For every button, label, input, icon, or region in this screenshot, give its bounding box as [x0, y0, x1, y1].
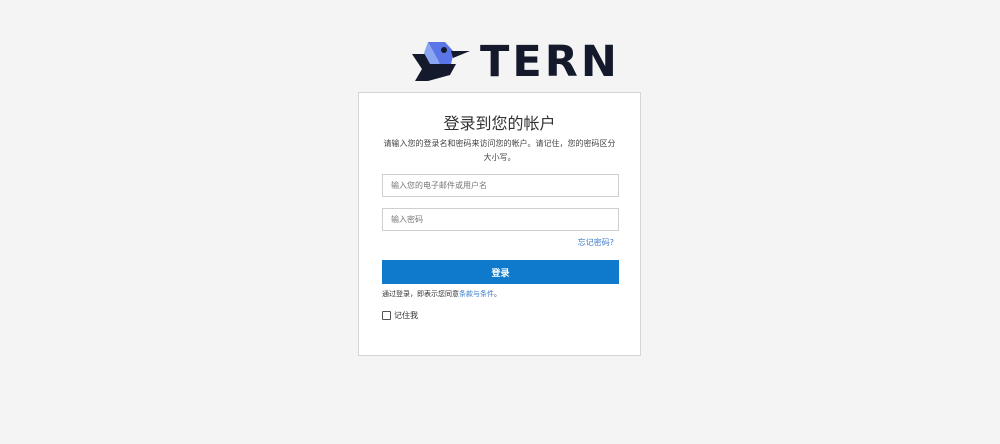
brand-name: TERN [480, 37, 620, 87]
login-page: TERN 登录到您的帐户 请输入您的登录名和密码来访问您的帐户。请记住，您的密码… [0, 0, 1000, 444]
login-card: 登录到您的帐户 请输入您的登录名和密码来访问您的帐户。请记住，您的密码区分大小写… [358, 92, 641, 356]
login-instructions: 请输入您的登录名和密码来访问您的帐户。请记住，您的密码区分大小写。 [383, 139, 616, 162]
password-input[interactable] [382, 208, 619, 231]
page-title: 登录到您的帐户 [443, 114, 556, 133]
tern-bird-icon [412, 42, 470, 81]
remember-me-checkbox[interactable] [382, 311, 391, 320]
remember-me-label: 记住我 [394, 311, 418, 320]
email-username-input[interactable] [382, 174, 619, 197]
terms-prefix: 通过登录，即表示您同意 [382, 290, 459, 298]
remember-me[interactable]: 记住我 [382, 310, 418, 321]
terms-link[interactable]: 条款与条件 [459, 290, 494, 298]
terms-notice: 通过登录，即表示您同意条款与条件。 [382, 289, 501, 299]
forgot-password-link[interactable]: 忘记密码? [578, 237, 614, 248]
brand-logo: TERN [408, 39, 620, 85]
login-button[interactable]: 登录 [382, 260, 619, 284]
terms-suffix: 。 [494, 290, 501, 298]
